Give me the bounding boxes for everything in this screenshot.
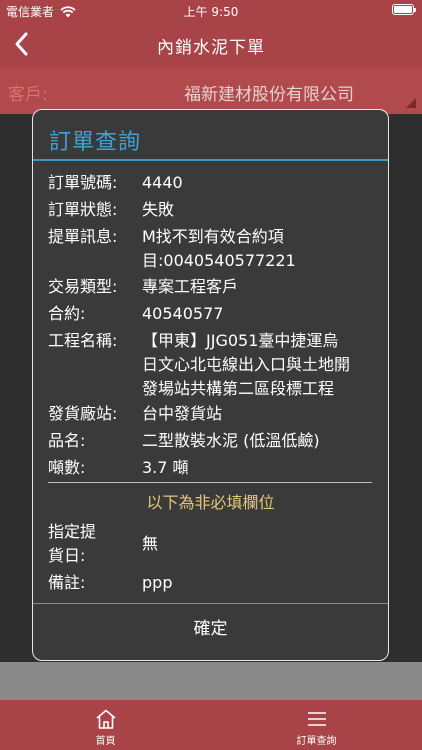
section-divider (48, 482, 372, 483)
tab-home[interactable]: 首頁 (0, 700, 211, 750)
menu-icon (307, 712, 326, 726)
dropdown-corner-icon (406, 98, 416, 108)
field-value: 40540577 (142, 304, 224, 323)
home-icon (95, 709, 116, 729)
page-title: 內銷水泥下單 (157, 38, 265, 58)
battery-icon (392, 4, 416, 15)
field-label: 訂單狀態: (48, 200, 118, 219)
field-label: 發貨廠站: (48, 404, 118, 423)
field-value-line: M找不到有效合約項 (142, 227, 284, 246)
field-value-line: 目:0040540577221 (142, 251, 296, 270)
field-value-line: 發場站共構第二區段標工程 (142, 379, 335, 398)
field-label: 品名: (48, 431, 86, 450)
field-label-line: 指定提 (48, 522, 97, 541)
tab-label: 訂單查詢 (296, 736, 337, 747)
field-value: 3.7 噸 (142, 458, 189, 477)
tab-label: 首頁 (95, 736, 116, 747)
field-label: 提單訊息: (48, 227, 118, 246)
field-value: 專案工程客戶 (142, 277, 239, 296)
field-value: 台中發貨站 (142, 404, 223, 423)
field-value: 無 (142, 534, 159, 553)
field-label: 指定提 貨日: (48, 520, 138, 568)
status-bar: 電信業者 上午 9:50 (0, 0, 422, 20)
field-value: ppp (142, 573, 173, 592)
nav-bar: 內銷水泥下單 (0, 20, 422, 68)
field-label: 工程名稱: (48, 331, 118, 350)
field-label: 備註: (48, 573, 86, 592)
optional-fields-note: 以下為非必填欄位 (146, 493, 275, 512)
field-value: 4440 (142, 173, 183, 192)
tab-bar: 首頁 訂單查詢 (0, 700, 422, 750)
field-value: 失敗 (142, 200, 175, 219)
dialog-title-divider (33, 159, 388, 161)
customer-value: 福新建材股份有限公司 (184, 85, 354, 105)
confirm-button[interactable]: 確定 (33, 604, 388, 660)
customer-label: 客戶: (8, 85, 48, 105)
field-value: 【甲東】JJG051臺中捷運烏 日文心北屯線出入口與土地開 發場站共構第二區段標… (142, 329, 376, 401)
field-label: 交易類型: (48, 277, 118, 296)
customer-row[interactable]: 客戶: 福新建材股份有限公司 (0, 68, 422, 114)
field-label: 噸數: (48, 458, 86, 477)
field-value-line: 【甲東】JJG051臺中捷運烏 (142, 331, 339, 350)
field-value: M找不到有效合約項 目:0040540577221 (142, 225, 376, 273)
dialog-title: 訂單查詢 (49, 130, 142, 155)
status-time: 上午 9:50 (183, 5, 239, 19)
field-value-line: 日文心北屯線出入口與土地開 (142, 355, 351, 374)
background-lower-area (0, 662, 422, 700)
field-label: 合約: (48, 304, 86, 323)
tab-orders[interactable]: 訂單查詢 (211, 700, 422, 750)
field-label-line: 貨日: (48, 546, 86, 565)
order-query-dialog: 訂單查詢 訂單號碼: 4440 訂單狀態: 失敗 提單訊息: M找不到有效合約項… (32, 109, 389, 661)
field-value: 二型散裝水泥 (低溫低鹼) (142, 431, 320, 450)
field-label: 訂單號碼: (48, 173, 118, 192)
